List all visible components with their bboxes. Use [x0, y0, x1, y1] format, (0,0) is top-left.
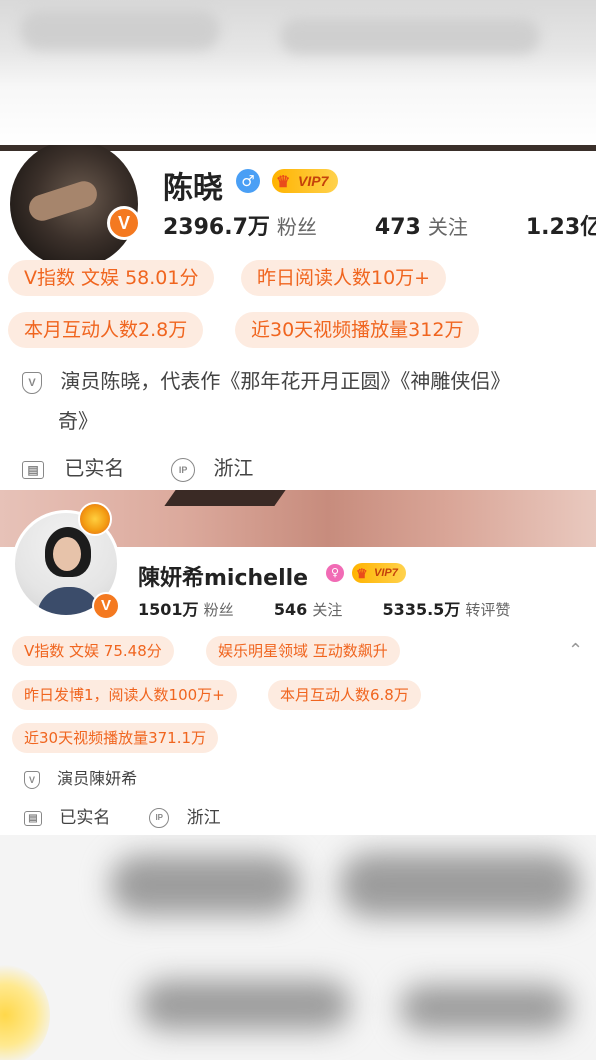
verified-v-badge-icon: V: [92, 592, 120, 620]
blur-smear: [20, 10, 220, 50]
tag-monthly-interactions[interactable]: 本月互动人数2.8万: [8, 312, 204, 348]
profile-card-chenyanxi: V 陳妍希michelle ♀ ♛ VIP7 1501万 粉丝 546 关注 5…: [0, 490, 596, 835]
tag-trending[interactable]: 娱乐明星领域 互动数飙升: [206, 636, 400, 666]
blur-smear: [140, 980, 350, 1030]
tag-v-index[interactable]: V指数 文娱 75.48分: [12, 636, 174, 666]
crown-icon: ♛: [276, 174, 291, 191]
real-name-verified: 已实名: [59, 808, 111, 828]
following-count: 473: [374, 215, 421, 240]
verified-v-badge-icon: V: [107, 206, 141, 240]
gender-male-icon: ♂: [236, 169, 260, 193]
stats-row: 2396.7万 粉丝 473 关注 1.23亿 转: [163, 209, 596, 241]
reposts-stat[interactable]: 1.23亿 转: [526, 215, 596, 240]
following-label: 关注: [312, 601, 343, 619]
fans-count: 2396.7万: [163, 215, 270, 240]
meta-row: ▤ 已实名 IP 浙江: [24, 803, 221, 828]
bio-text: 演员陳妍希: [57, 769, 138, 788]
fans-stat[interactable]: 1501万 粉丝: [138, 600, 239, 619]
tag-monthly-interactions[interactable]: 本月互动人数6.8万: [268, 680, 421, 710]
blur-smear: [110, 855, 300, 915]
ip-icon: IP: [171, 457, 196, 482]
ip-icon: IP: [149, 808, 170, 828]
following-label: 关注: [427, 215, 468, 239]
bio-row: V 演员陈晓，代表作《那年花开月正圆》《神雕侠侣》: [22, 365, 510, 394]
tag-v-index[interactable]: V指数 文娱 58.01分: [8, 260, 215, 296]
tag-video-plays[interactable]: 近30天视频播放量371.1万: [12, 723, 219, 753]
blurred-background-bottom: [0, 835, 596, 1060]
blur-smear: [400, 985, 570, 1031]
following-stat[interactable]: 473 关注: [375, 215, 475, 240]
interactions-count: 5335.5万: [382, 600, 461, 619]
tag-yesterday-reads[interactable]: 昨日阅读人数10万+: [241, 260, 447, 296]
tag-yesterday-reads[interactable]: 昨日发博1，阅读人数100万+: [12, 680, 237, 710]
fans-count: 1501万: [138, 600, 199, 619]
ip-location: 浙江: [213, 456, 254, 480]
banner-detail: [164, 490, 286, 506]
following-stat[interactable]: 546 关注: [274, 600, 348, 619]
light-glow: [0, 965, 50, 1060]
gender-female-icon: ♀: [326, 564, 344, 582]
interactions-stat[interactable]: 5335.5万 转评赞: [383, 600, 511, 619]
meta-row: ▤ 已实名 IP 浙江: [22, 452, 253, 482]
avatar-pendant-icon: [78, 502, 112, 536]
profile-name: 陈晓: [163, 171, 223, 206]
fans-label: 粉丝: [276, 215, 317, 239]
blur-smear: [340, 853, 580, 917]
fans-stat[interactable]: 2396.7万 粉丝: [163, 215, 324, 240]
crown-icon: ♛: [356, 566, 368, 581]
vip-label: VIP7: [374, 567, 398, 579]
fans-label: 粉丝: [203, 601, 234, 619]
shield-icon: V: [22, 371, 42, 394]
real-name-verified: 已实名: [64, 456, 125, 480]
blur-smear: [280, 18, 540, 54]
avatar-photo-detail: [53, 537, 81, 571]
profile-card-chenxiao: V 陈晓 ♂ ♛ VIP7 2396.7万 粉丝 473 关注 1.23亿 转 …: [0, 145, 596, 490]
vip-badge[interactable]: ♛ VIP7: [352, 563, 406, 583]
id-card-icon: ▤: [24, 810, 42, 826]
interactions-label: 转评赞: [465, 601, 511, 619]
tag-video-plays[interactable]: 近30天视频播放量312万: [235, 312, 480, 348]
avatar-photo-detail: [25, 177, 101, 225]
bio-continuation: 奇》: [58, 409, 98, 433]
id-card-icon: ▤: [22, 460, 44, 479]
following-count: 546: [273, 600, 308, 619]
reposts-count: 1.23亿: [525, 215, 596, 240]
ip-location: 浙江: [186, 808, 221, 828]
stats-row: 1501万 粉丝 546 关注 5335.5万 转评赞: [138, 596, 510, 620]
vip-badge[interactable]: ♛ VIP7: [272, 169, 339, 193]
bio-text: 演员陈晓，代表作《那年花开月正圆》《神雕侠侣》: [60, 369, 511, 393]
vip-label: VIP7: [298, 173, 329, 189]
shield-icon: V: [24, 770, 40, 789]
blurred-background-top: [0, 0, 596, 145]
bio-row: V 演员陳妍希: [24, 765, 137, 789]
collapse-chevron-icon[interactable]: ⌃: [568, 640, 583, 661]
profile-name: 陳妍希michelle: [138, 566, 309, 591]
